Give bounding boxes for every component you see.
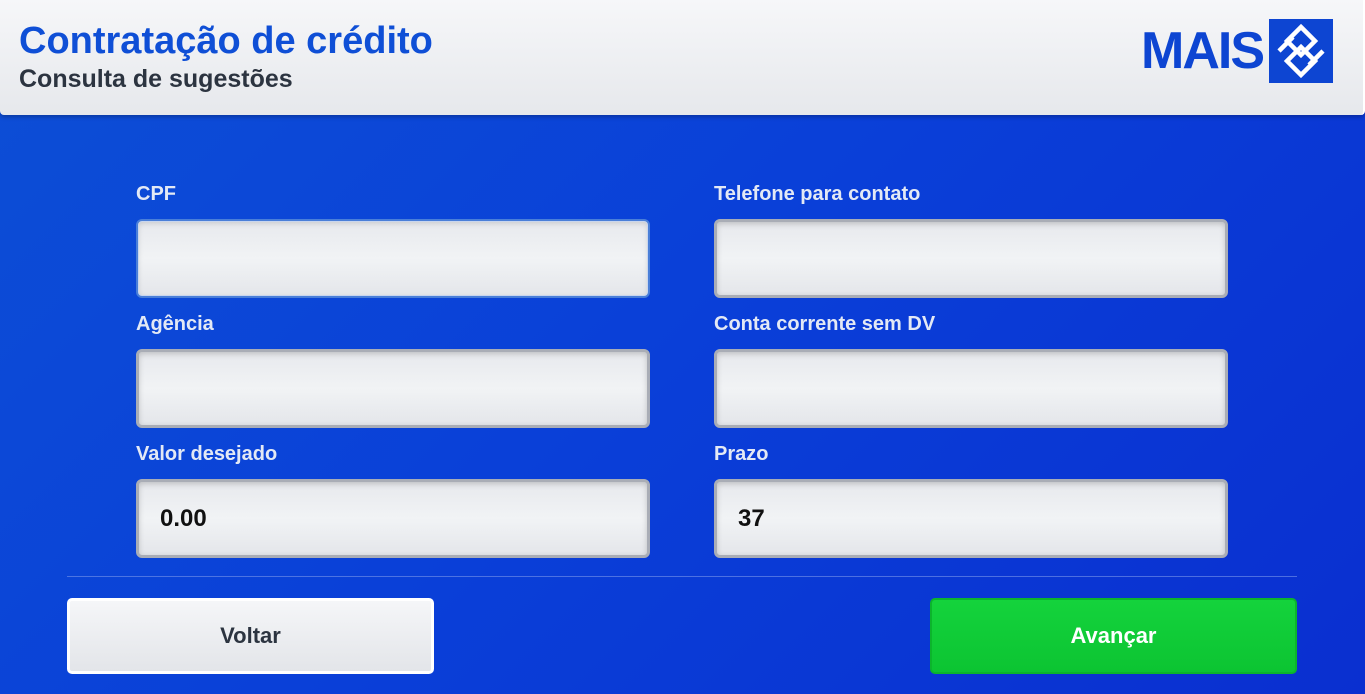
- cpf-label: CPF: [136, 183, 176, 205]
- valor-input[interactable]: [136, 479, 650, 558]
- conta-label: Conta corrente sem DV: [714, 313, 936, 335]
- cpf-input[interactable]: [136, 219, 650, 298]
- page-subtitle: Consulta de sugestões: [19, 65, 293, 93]
- back-button[interactable]: Voltar: [67, 598, 434, 674]
- divider: [67, 576, 1297, 577]
- telefone-label: Telefone para contato: [714, 183, 921, 205]
- logo-text: MAIS: [1141, 22, 1265, 80]
- conta-input[interactable]: [714, 349, 1228, 428]
- app-header: Contratação de crédito Consulta de suges…: [0, 0, 1365, 115]
- telefone-input[interactable]: [714, 219, 1228, 298]
- brand-logo: MAIS: [1141, 19, 1333, 83]
- prazo-input[interactable]: [714, 479, 1228, 558]
- page-title: Contratação de crédito: [19, 20, 433, 62]
- banco-do-brasil-logo-icon: [1269, 19, 1333, 83]
- valor-label: Valor desejado: [136, 443, 278, 465]
- next-button[interactable]: Avançar: [930, 598, 1297, 674]
- agencia-label: Agência: [136, 313, 214, 335]
- agencia-input[interactable]: [136, 349, 650, 428]
- prazo-label: Prazo: [714, 443, 769, 465]
